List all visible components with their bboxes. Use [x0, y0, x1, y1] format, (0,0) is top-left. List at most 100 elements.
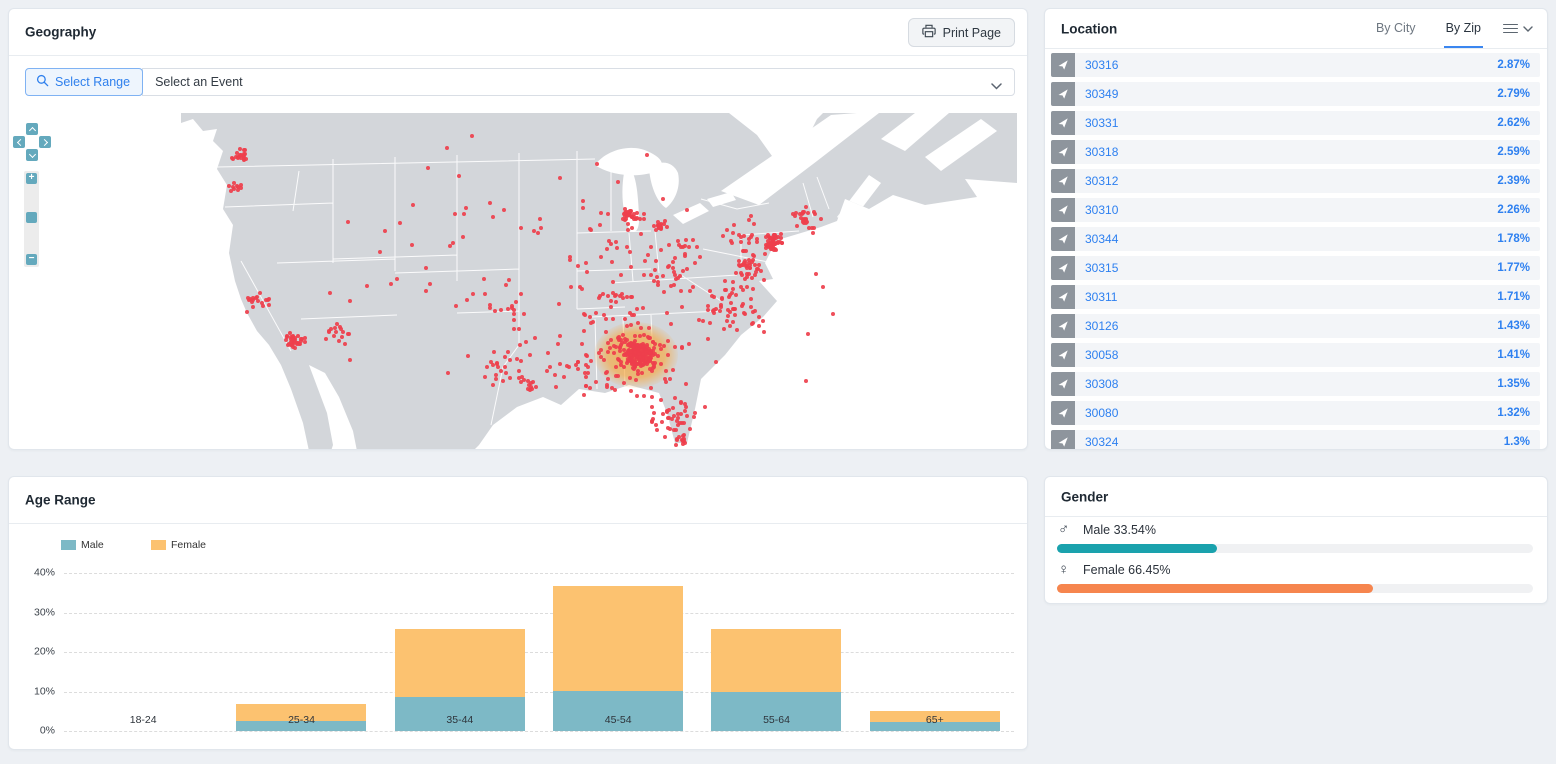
pan-up-button[interactable] — [26, 123, 38, 135]
pan-left-button[interactable] — [13, 136, 25, 148]
list-item[interactable]: 303241.3% — [1051, 430, 1540, 449]
map-marker — [634, 378, 638, 382]
navigate-icon — [1051, 198, 1075, 222]
map-marker — [708, 321, 712, 325]
list-item[interactable]: 303151.77% — [1051, 256, 1540, 280]
navigate-icon — [1051, 314, 1075, 338]
map-marker — [530, 387, 534, 391]
map-marker — [751, 310, 755, 314]
event-select-value: Select an Event — [155, 75, 243, 89]
zip-link[interactable]: 30080 — [1085, 406, 1118, 420]
zip-link[interactable]: 30311 — [1085, 290, 1117, 304]
map-marker — [679, 400, 683, 404]
female-bar-segment[interactable] — [711, 629, 841, 692]
female-bar-segment[interactable] — [395, 629, 525, 697]
zoom-in-button[interactable]: + — [26, 173, 37, 184]
tab-by-city[interactable]: By City — [1374, 9, 1418, 48]
map-marker — [635, 394, 639, 398]
map-marker — [614, 300, 618, 304]
zip-link[interactable]: 30324 — [1085, 435, 1118, 449]
map-marker — [493, 309, 497, 313]
map-marker — [646, 253, 650, 257]
geography-title: Geography — [25, 25, 96, 40]
list-item[interactable]: 303441.78% — [1051, 227, 1540, 251]
map-marker — [635, 362, 639, 366]
zip-link[interactable]: 30310 — [1085, 203, 1118, 217]
zip-link[interactable]: 30312 — [1085, 174, 1118, 188]
map-marker — [762, 330, 766, 334]
zip-link[interactable]: 30331 — [1085, 116, 1118, 130]
event-select[interactable]: Select an Event — [142, 68, 1015, 96]
map-marker — [410, 243, 414, 247]
map-marker — [258, 291, 262, 295]
zip-link[interactable]: 30316 — [1085, 58, 1118, 72]
map-marker — [518, 343, 522, 347]
map-marker — [605, 247, 609, 251]
female-icon: ♀ — [1058, 561, 1069, 578]
map-marker — [706, 308, 710, 312]
map-marker — [235, 151, 239, 155]
list-item[interactable]: 30316 2.87% — [1051, 53, 1540, 77]
map-marker — [731, 287, 735, 291]
map-marker — [639, 326, 643, 330]
zip-link[interactable]: 30349 — [1085, 87, 1118, 101]
navigate-icon — [1051, 140, 1075, 164]
zip-link[interactable]: 30318 — [1085, 145, 1118, 159]
list-item[interactable]: 303111.71% — [1051, 285, 1540, 309]
map-marker — [466, 354, 470, 358]
us-map[interactable] — [181, 113, 1017, 450]
map-marker — [519, 226, 523, 230]
zip-link[interactable]: 30344 — [1085, 232, 1118, 246]
zip-percent: 2.87% — [1497, 59, 1530, 71]
location-menu-button[interactable] — [1503, 9, 1533, 48]
location-list: 30316 2.87% 303492.79% 303312.62% 30318 2.59%… — [1051, 53, 1540, 449]
map-marker — [656, 283, 660, 287]
map-marker — [671, 406, 675, 410]
list-item[interactable]: 300801.32% — [1051, 401, 1540, 425]
age-range-panel: Age Range Male Female 40%30%20%10%0%18-2… — [8, 476, 1028, 750]
zoom-out-button[interactable]: − — [26, 254, 37, 265]
map-zoom-slider[interactable]: + − — [24, 171, 39, 267]
map-marker — [794, 211, 798, 215]
map-marker — [740, 273, 744, 277]
zip-percent: 2.59% — [1497, 146, 1530, 158]
zoom-slider-handle[interactable] — [26, 212, 37, 223]
map-marker — [558, 176, 562, 180]
list-item[interactable]: 303492.79% — [1051, 82, 1540, 106]
map-marker — [485, 365, 489, 369]
list-item[interactable]: 300581.41% — [1051, 343, 1540, 367]
map-marker — [718, 309, 722, 313]
map-marker — [726, 314, 730, 318]
map-marker — [260, 301, 264, 305]
list-item[interactable]: 303081.35% — [1051, 372, 1540, 396]
map-marker — [576, 367, 580, 371]
list-item[interactable]: 30318 2.59% — [1051, 140, 1540, 164]
map-marker — [558, 362, 562, 366]
pan-right-button[interactable] — [39, 136, 51, 148]
map-marker — [639, 232, 643, 236]
age-range-header: Age Range — [9, 477, 1027, 524]
zip-link[interactable]: 30126 — [1085, 319, 1118, 333]
map-marker — [759, 269, 763, 273]
list-item[interactable]: 303122.39% — [1051, 169, 1540, 193]
map-marker — [708, 289, 712, 293]
tab-by-zip[interactable]: By Zip — [1444, 9, 1483, 48]
pan-down-button[interactable] — [26, 149, 38, 161]
map-marker — [739, 240, 743, 244]
female-bar-segment[interactable] — [553, 586, 683, 691]
list-item[interactable]: 301261.43% — [1051, 314, 1540, 338]
map-marker — [446, 371, 450, 375]
map-marker — [680, 305, 684, 309]
zip-link[interactable]: 30308 — [1085, 377, 1118, 391]
map-marker — [492, 350, 496, 354]
list-item[interactable]: 303312.62% — [1051, 111, 1540, 135]
map-marker — [741, 288, 745, 292]
male-progress-fill — [1057, 544, 1217, 553]
zip-link[interactable]: 30315 — [1085, 261, 1118, 275]
print-page-button[interactable]: Print Page — [908, 18, 1015, 47]
zip-link[interactable]: 30058 — [1085, 348, 1118, 362]
map-marker — [666, 339, 670, 343]
list-item[interactable]: 303102.26% — [1051, 198, 1540, 222]
map-marker — [661, 197, 665, 201]
select-range-button[interactable]: Select Range — [25, 68, 143, 96]
